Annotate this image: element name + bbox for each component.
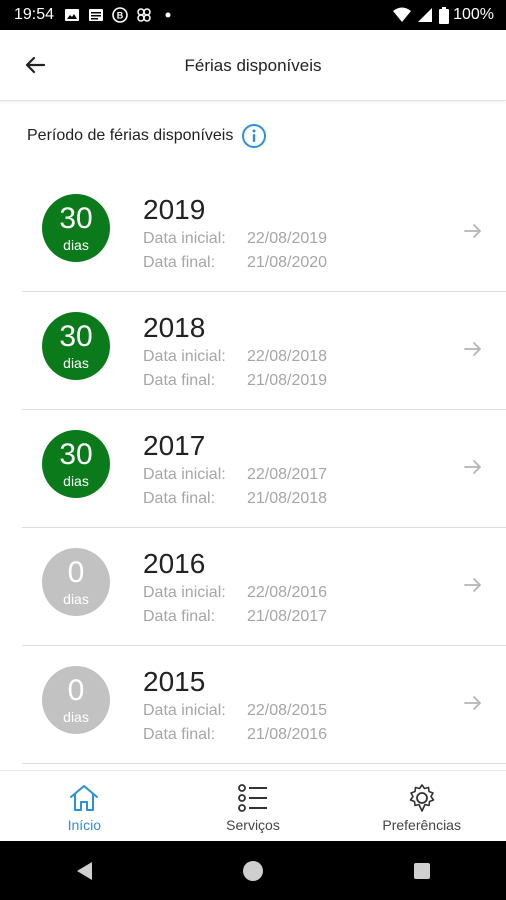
days-count: 30 — [59, 202, 93, 235]
page-title: Férias disponíveis — [184, 56, 322, 75]
battery-icon — [439, 6, 450, 24]
days-unit: dias — [63, 237, 89, 253]
days-badge: 30 dias — [42, 430, 110, 498]
end-date-label: Data final: — [143, 608, 216, 625]
image-icon — [64, 7, 80, 23]
period-year: 2015 — [143, 666, 206, 697]
start-date-value: 22/08/2017 — [247, 466, 328, 483]
end-date-value: 21/08/2020 — [247, 254, 328, 271]
dot-icon — [160, 7, 176, 23]
back-triangle-icon[interactable] — [64, 851, 104, 891]
days-badge: 0 dias — [42, 666, 110, 734]
status-time: 19:54 — [14, 6, 55, 23]
days-unit: dias — [63, 709, 89, 725]
period-year: 2019 — [143, 194, 206, 225]
period-item-2017[interactable]: 30 dias 2017 Data inicial: 22/08/2017 Da… — [22, 410, 506, 528]
recents-square-icon[interactable] — [402, 851, 442, 891]
gear-icon — [409, 784, 434, 812]
days-unit: dias — [63, 473, 89, 489]
end-date-label: Data final: — [143, 726, 216, 743]
period-year: 2017 — [143, 430, 206, 461]
days-badge: 30 dias — [42, 312, 110, 380]
period-year: 2016 — [143, 548, 206, 579]
section-title: Período de férias disponíveis — [27, 127, 234, 144]
app-bar: Férias disponíveis — [0, 30, 506, 101]
arrow-right-icon — [462, 692, 484, 714]
period-item-2019[interactable]: 30 dias 2019 Data inicial: 22/08/2019 Da… — [22, 174, 506, 292]
arrow-right-icon — [462, 338, 484, 360]
arrow-right-icon — [462, 456, 484, 478]
end-date-value: 21/08/2017 — [247, 608, 328, 625]
days-unit: dias — [63, 355, 89, 371]
nav-label: Preferências — [382, 817, 461, 833]
start-date-value: 22/08/2018 — [247, 348, 328, 365]
days-unit: dias — [63, 591, 89, 607]
days-count: 0 — [67, 674, 85, 707]
arrow-right-icon — [462, 220, 484, 242]
nav-inicio[interactable]: Início — [0, 771, 169, 842]
arrow-right-icon — [462, 574, 484, 596]
period-year: 2018 — [143, 312, 206, 343]
pinwheel-icon — [136, 7, 152, 23]
end-date-value: 21/08/2019 — [247, 372, 328, 389]
start-date-value: 22/08/2016 — [247, 584, 328, 601]
end-date-label: Data final: — [143, 372, 216, 389]
brand-b-icon: B — [112, 7, 128, 23]
news-icon — [88, 7, 104, 23]
end-date-label: Data final: — [143, 254, 216, 271]
days-count: 0 — [67, 556, 85, 589]
start-date-label: Data inicial: — [143, 702, 226, 719]
svg-text:B: B — [117, 11, 124, 21]
status-bar: 19:54 B 100% — [0, 0, 506, 30]
start-date-value: 22/08/2015 — [247, 702, 328, 719]
start-date-label: Data inicial: — [143, 466, 226, 483]
start-date-value: 22/08/2019 — [247, 230, 328, 247]
list-icon — [238, 784, 267, 812]
system-nav-bar — [0, 841, 506, 900]
nav-label: Serviços — [226, 817, 280, 833]
section-header: Período de férias disponíveis — [27, 122, 267, 150]
start-date-label: Data inicial: — [143, 348, 226, 365]
period-item-2018[interactable]: 30 dias 2018 Data inicial: 22/08/2018 Da… — [22, 292, 506, 410]
home-icon — [70, 785, 99, 811]
period-item-2016[interactable]: 0 dias 2016 Data inicial: 22/08/2016 Dat… — [22, 528, 506, 646]
days-count: 30 — [59, 438, 93, 471]
wifi-icon — [393, 7, 412, 23]
bottom-nav: Início Serviços Preferências — [0, 770, 506, 842]
periods-list: 30 dias 2019 Data inicial: 22/08/2019 Da… — [22, 174, 506, 764]
days-badge: 30 dias — [42, 194, 110, 262]
start-date-label: Data inicial: — [143, 584, 226, 601]
nav-label: Início — [67, 817, 102, 833]
nav-servicos[interactable]: Serviços — [169, 771, 338, 842]
days-badge: 0 dias — [42, 548, 110, 616]
days-count: 30 — [59, 320, 93, 353]
battery-percent: 100% — [453, 6, 494, 23]
home-circle-icon[interactable] — [233, 851, 273, 891]
start-date-label: Data inicial: — [143, 230, 226, 247]
signal-icon — [417, 7, 433, 23]
period-item-2015[interactable]: 0 dias 2015 Data inicial: 22/08/2015 Dat… — [22, 646, 506, 764]
end-date-label: Data final: — [143, 490, 216, 507]
nav-preferencias[interactable]: Preferências — [337, 771, 506, 842]
info-circle-icon[interactable] — [241, 123, 267, 149]
end-date-value: 21/08/2016 — [247, 726, 328, 743]
end-date-value: 21/08/2018 — [247, 490, 328, 507]
